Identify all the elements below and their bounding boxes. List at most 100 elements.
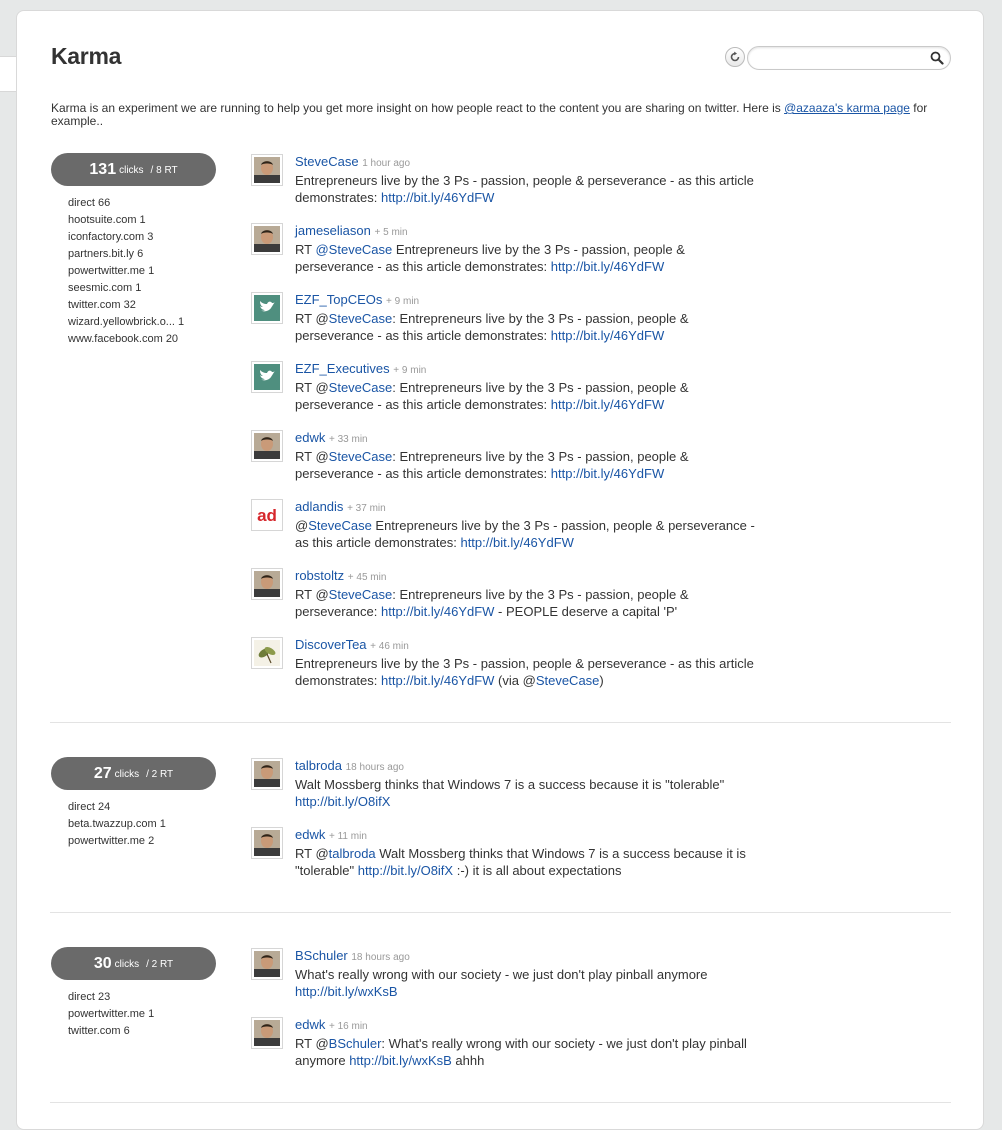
- referrer-item: seesmic.com 1: [68, 282, 142, 294]
- avatar[interactable]: [251, 154, 283, 186]
- tweet-username[interactable]: robstoltz: [295, 568, 344, 583]
- tweet-username[interactable]: BSchuler: [295, 948, 348, 963]
- tweet-username[interactable]: EZF_Executives: [295, 361, 390, 376]
- tweet-mention[interactable]: SteveCase: [308, 518, 372, 533]
- tweet-header: EZF_Executives + 9 min: [295, 361, 426, 378]
- section-divider: [50, 722, 951, 723]
- clicks-summary-pill: 30 clicks / 2 RT: [51, 947, 216, 980]
- tweet-username[interactable]: edwk: [295, 827, 325, 842]
- tweet-username[interactable]: jameseliason: [295, 223, 371, 238]
- tweet-mention[interactable]: SteveCase: [536, 673, 600, 688]
- intro-text: Karma is an experiment we are running to…: [51, 101, 785, 115]
- tweet-text-part: RT @: [295, 380, 329, 395]
- tweet-username[interactable]: SteveCase: [295, 154, 359, 169]
- tweet-username[interactable]: edwk: [295, 430, 325, 445]
- tweet-link[interactable]: http://bit.ly/wxKsB: [349, 1053, 452, 1068]
- person-photo-icon: [254, 433, 280, 459]
- tweet-link[interactable]: http://bit.ly/46YdFW: [381, 673, 494, 688]
- tweet-link[interactable]: http://bit.ly/46YdFW: [460, 535, 573, 550]
- tweet-link[interactable]: http://bit.ly/46YdFW: [381, 190, 494, 205]
- refresh-button[interactable]: [725, 47, 745, 67]
- referrer-item: partners.bit.ly 6: [68, 248, 144, 260]
- avatar[interactable]: [251, 948, 283, 980]
- tweet-username[interactable]: DiscoverTea: [295, 637, 367, 652]
- section-divider: [50, 1102, 951, 1103]
- person-photo-icon: [254, 571, 280, 597]
- tweet-timestamp: 1 hour ago: [362, 158, 411, 169]
- person-photo-icon: [254, 226, 280, 252]
- tweet-text-part: ): [599, 673, 604, 688]
- tweet-text-part: - PEOPLE deserve a capital 'P': [494, 604, 678, 619]
- tweet-text: RT @SteveCase: Entrepreneurs live by the…: [295, 310, 755, 344]
- tweet-username[interactable]: edwk: [295, 1017, 325, 1032]
- tweet-username[interactable]: talbroda: [295, 758, 342, 773]
- person-photo-icon: [254, 761, 280, 787]
- referrer-item: wizard.yellowbrick.o... 1: [68, 316, 185, 328]
- refresh-icon: [730, 51, 740, 62]
- avatar[interactable]: [251, 758, 283, 790]
- referrer-list: direct 24 beta.twazzup.com 1 powertwitter.…: [68, 799, 166, 850]
- referrer-item: twitter.com 6: [68, 1025, 130, 1037]
- retweet-count: / 2 RT: [146, 769, 174, 780]
- tweet-text: Entrepreneurs live by the 3 Ps - passion…: [295, 655, 755, 689]
- tweet-mention[interactable]: @SteveCase: [315, 242, 392, 257]
- clicks-count: 131: [89, 160, 117, 178]
- tweet-header: adlandis + 37 min: [295, 499, 386, 516]
- avatar[interactable]: [251, 430, 283, 462]
- page-title: Karma: [51, 43, 122, 69]
- clicks-summary-pill: 27 clicks / 2 RT: [51, 757, 216, 790]
- retweet-count: / 8 RT: [150, 165, 178, 176]
- tweet-mention[interactable]: talbroda: [329, 846, 376, 861]
- avatar[interactable]: [251, 1017, 283, 1049]
- avatar[interactable]: [251, 223, 283, 255]
- tweet-text-part: What's really wrong with our society - w…: [295, 967, 708, 982]
- tweet-text: @SteveCase Entrepreneurs live by the 3 P…: [295, 517, 755, 551]
- tweet-username[interactable]: adlandis: [295, 499, 343, 514]
- tweet-timestamp: + 37 min: [347, 503, 386, 514]
- tweet-header: SteveCase 1 hour ago: [295, 154, 410, 171]
- twitter-bird-icon: [254, 364, 280, 390]
- tweet-link[interactable]: http://bit.ly/46YdFW: [551, 466, 664, 481]
- tweet-mention[interactable]: SteveCase: [329, 380, 393, 395]
- karma-page-link[interactable]: @azaaza's karma page: [784, 101, 910, 115]
- avatar[interactable]: [251, 568, 283, 600]
- tweet-mention[interactable]: BSchuler: [329, 1036, 382, 1051]
- search-input[interactable]: [758, 50, 927, 68]
- clicks-label: clicks: [114, 959, 140, 970]
- tweet-link[interactable]: http://bit.ly/46YdFW: [381, 604, 494, 619]
- tweet-link[interactable]: http://bit.ly/wxKsB: [295, 984, 398, 999]
- referrer-item: www.facebook.com 20: [68, 333, 179, 345]
- tweet-text-part: RT: [295, 242, 316, 257]
- tweet-timestamp: + 45 min: [347, 572, 387, 583]
- tweet-header: edwk + 11 min: [295, 827, 367, 844]
- referrer-item: direct 24: [68, 801, 111, 813]
- avatar[interactable]: [251, 292, 283, 324]
- tweet-header: robstoltz + 45 min: [295, 568, 386, 585]
- person-photo-icon: [254, 830, 280, 856]
- tweet-mention[interactable]: SteveCase: [329, 311, 393, 326]
- left-edge-tab[interactable]: [0, 56, 17, 92]
- avatar[interactable]: [251, 827, 283, 859]
- search-icon[interactable]: [930, 51, 944, 65]
- tweet-username[interactable]: EZF_TopCEOs: [295, 292, 382, 307]
- search-box[interactable]: [747, 46, 951, 70]
- clicks-label: clicks: [114, 769, 140, 780]
- tweet-timestamp: + 46 min: [370, 641, 409, 652]
- tweet-link[interactable]: http://bit.ly/46YdFW: [551, 259, 664, 274]
- tweet-link[interactable]: http://bit.ly/46YdFW: [551, 328, 664, 343]
- avatar[interactable]: ad: [251, 499, 283, 531]
- tweet-mention[interactable]: SteveCase: [329, 587, 393, 602]
- tweet-mention[interactable]: SteveCase: [329, 449, 393, 464]
- tweet-link[interactable]: http://bit.ly/46YdFW: [551, 397, 664, 412]
- referrer-item: powertwitter.me 1: [68, 1008, 155, 1020]
- referrer-item: direct 23: [68, 991, 111, 1003]
- referrer-item: powertwitter.me 1: [68, 265, 155, 277]
- tweet-header: edwk + 16 min: [295, 1017, 368, 1034]
- avatar[interactable]: [251, 637, 283, 669]
- referrer-item: hootsuite.com 1: [68, 214, 146, 226]
- tweet-link[interactable]: http://bit.ly/O8ifX: [295, 794, 390, 809]
- tweet-header: jameseliason + 5 min: [295, 223, 408, 240]
- referrer-list: direct 23 powertwitter.me 1 twitter.com 6: [68, 989, 154, 1040]
- tweet-link[interactable]: http://bit.ly/O8ifX: [358, 863, 453, 878]
- avatar[interactable]: [251, 361, 283, 393]
